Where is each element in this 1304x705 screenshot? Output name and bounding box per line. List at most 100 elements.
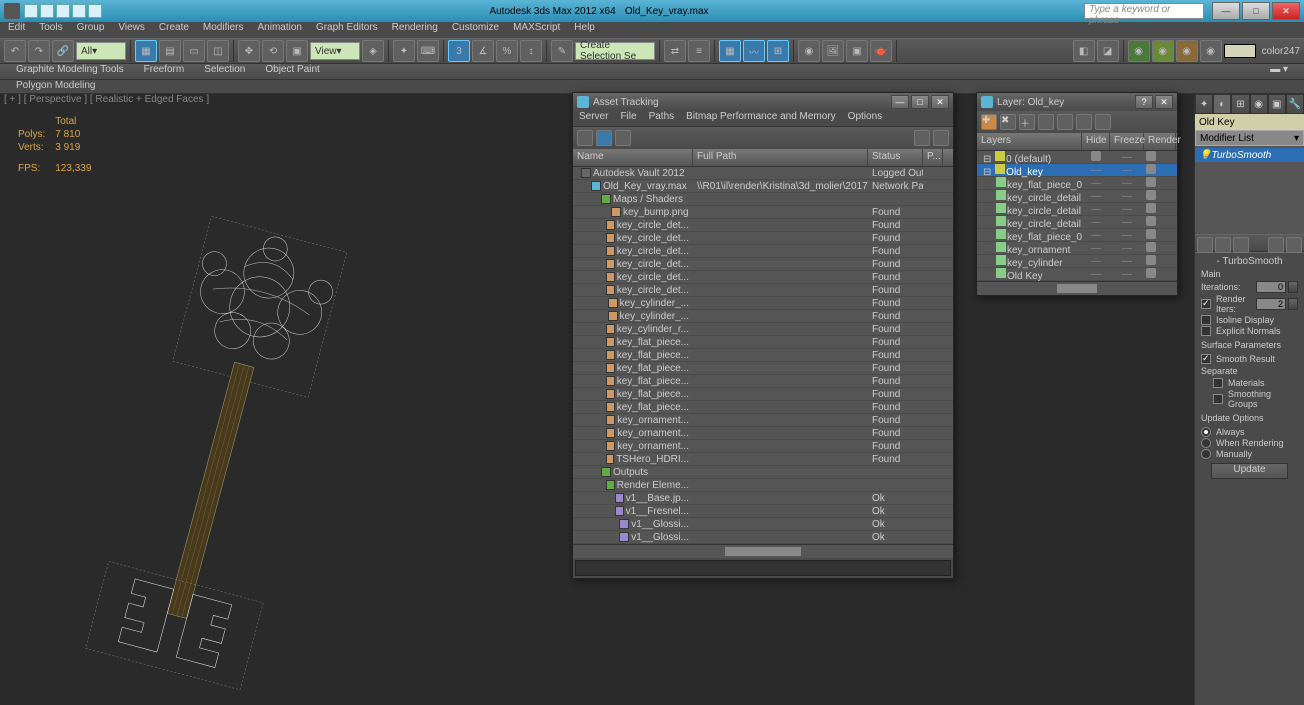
- asset-row[interactable]: key_circle_det...Found: [573, 245, 953, 258]
- vray-4-icon[interactable]: ◉: [1200, 40, 1222, 62]
- scale-icon[interactable]: ▣: [286, 40, 308, 62]
- align-icon[interactable]: ≡: [688, 40, 710, 62]
- qa-open-icon[interactable]: [40, 4, 54, 18]
- at-minimize-button[interactable]: —: [891, 95, 909, 109]
- layer-col-render[interactable]: Render: [1144, 133, 1176, 150]
- update-always-radio[interactable]: [1201, 427, 1211, 437]
- layer-render-toggle[interactable]: [1144, 268, 1174, 281]
- layer-row[interactable]: Old Key——: [977, 268, 1177, 281]
- manip-icon[interactable]: ✦: [393, 40, 415, 62]
- asset-row[interactable]: key_ornament...Found: [573, 440, 953, 453]
- menu-help[interactable]: Help: [574, 22, 595, 38]
- qa-new-icon[interactable]: [24, 4, 38, 18]
- color-swatch[interactable]: [1224, 44, 1256, 58]
- asset-row[interactable]: key_circle_det...Found: [573, 258, 953, 271]
- asset-row[interactable]: v1__Glossi...Ok: [573, 518, 953, 531]
- asset-row[interactable]: key_flat_piece...Found: [573, 349, 953, 362]
- at-menu-server[interactable]: Server: [579, 111, 608, 126]
- layer-render-toggle[interactable]: [1144, 255, 1174, 268]
- asset-row[interactable]: Maps / Shaders: [573, 193, 953, 206]
- menu-tools[interactable]: Tools: [39, 22, 62, 38]
- at-tree-icon[interactable]: [596, 130, 612, 146]
- asset-row[interactable]: Old_Key_vray.max\\R01\il\render\Kristina…: [573, 180, 953, 193]
- ref-coord-icon[interactable]: ◧: [1073, 40, 1095, 62]
- asset-row[interactable]: v1__Base.jp...Ok: [573, 492, 953, 505]
- show-endresult-icon[interactable]: [1215, 237, 1231, 253]
- rotate-icon[interactable]: ⟲: [262, 40, 284, 62]
- at-opt2-icon[interactable]: [933, 130, 949, 146]
- schematic-icon[interactable]: ⊞: [767, 40, 789, 62]
- isoline-check[interactable]: [1201, 315, 1211, 325]
- at-col-name[interactable]: Name: [573, 149, 693, 166]
- layer-col-hide[interactable]: Hide: [1082, 133, 1110, 150]
- at-refresh-icon[interactable]: [577, 130, 593, 146]
- at-menu-bitmap[interactable]: Bitmap Performance and Memory: [686, 111, 836, 126]
- remove-mod-icon[interactable]: [1268, 237, 1284, 253]
- menu-edit[interactable]: Edit: [8, 22, 25, 38]
- asset-row[interactable]: TSHero_HDRI...Found: [573, 453, 953, 466]
- render-iters-check[interactable]: [1201, 299, 1211, 309]
- move-icon[interactable]: ✥: [238, 40, 260, 62]
- vray-2-icon[interactable]: ◉: [1152, 40, 1174, 62]
- select-icon[interactable]: ▦: [135, 40, 157, 62]
- cp-tab-display-icon[interactable]: ▣: [1268, 94, 1286, 114]
- asset-row[interactable]: key_flat_piece...Found: [573, 375, 953, 388]
- layer-render-toggle[interactable]: [1144, 229, 1174, 242]
- menu-views[interactable]: Views: [118, 22, 145, 38]
- update-button[interactable]: Update: [1211, 463, 1288, 479]
- asset-row[interactable]: Render Eleme...: [573, 479, 953, 492]
- asset-row[interactable]: key_flat_piece...Found: [573, 362, 953, 375]
- undo-icon[interactable]: ↶: [4, 40, 26, 62]
- vray-3-icon[interactable]: ◉: [1176, 40, 1198, 62]
- maximize-button[interactable]: □: [1242, 2, 1270, 20]
- menu-group[interactable]: Group: [77, 22, 105, 38]
- asset-row[interactable]: key_flat_piece...Found: [573, 401, 953, 414]
- ribbon-tab-freeform[interactable]: Freeform: [144, 64, 185, 79]
- curve-editor-icon[interactable]: 〰: [743, 40, 765, 62]
- layer-add-icon[interactable]: ＋: [1019, 114, 1035, 130]
- vray-1-icon[interactable]: ◉: [1128, 40, 1150, 62]
- menu-customize[interactable]: Customize: [452, 22, 499, 38]
- cp-tab-utils-icon[interactable]: 🔧: [1286, 94, 1304, 114]
- window-crossing-icon[interactable]: ◫: [207, 40, 229, 62]
- at-opt1-icon[interactable]: [914, 130, 930, 146]
- asset-row[interactable]: key_cylinder_...Found: [573, 310, 953, 323]
- asset-row[interactable]: key_circle_det...Found: [573, 284, 953, 297]
- layer-hide-icon[interactable]: [1076, 114, 1092, 130]
- layer-new-icon[interactable]: ✚: [981, 114, 997, 130]
- ref-coord-combo[interactable]: View ▾: [310, 42, 360, 60]
- help-search-input[interactable]: Type a keyword or phrase: [1084, 3, 1204, 19]
- keymode-icon[interactable]: ⌨: [417, 40, 439, 62]
- at-menu-file[interactable]: File: [620, 111, 636, 126]
- percent-snap-icon[interactable]: %: [496, 40, 518, 62]
- asset-row[interactable]: v1__Glossi...Ok: [573, 531, 953, 544]
- update-render-radio[interactable]: [1201, 438, 1211, 448]
- layer-render-toggle[interactable]: [1144, 242, 1174, 255]
- object-name-field[interactable]: Old Key: [1195, 114, 1304, 130]
- iterations-spinner[interactable]: 0: [1256, 281, 1286, 293]
- cp-tab-modify-icon[interactable]: ◐: [1213, 94, 1231, 114]
- layer-list[interactable]: ⊟ 0 (default)—⊟ Old_key——key_flat_piece_…: [977, 151, 1177, 281]
- render-iters-spinner-arrows[interactable]: [1288, 298, 1298, 310]
- spinner-snap-icon[interactable]: ↕: [520, 40, 542, 62]
- ribbon-minimize-icon[interactable]: ▬ ▾: [1270, 64, 1288, 79]
- layer-render-toggle[interactable]: [1144, 151, 1174, 164]
- layer-col-layers[interactable]: Layers: [977, 133, 1082, 150]
- menu-rendering[interactable]: Rendering: [392, 22, 438, 38]
- asset-row[interactable]: key_cylinder_...Found: [573, 297, 953, 310]
- layer-freeze-icon[interactable]: [1095, 114, 1111, 130]
- link-icon[interactable]: 🔗: [52, 40, 74, 62]
- config-sets-icon[interactable]: [1286, 237, 1302, 253]
- asset-tracking-window[interactable]: Asset Tracking — □ ✕ Server File Paths B…: [572, 92, 954, 579]
- modifier-list-combo[interactable]: Modifier List▾: [1195, 130, 1304, 146]
- render-icon[interactable]: 🫖: [870, 40, 892, 62]
- layer-mgr-icon[interactable]: ▦: [719, 40, 741, 62]
- asset-row[interactable]: key_cylinder_r...Found: [573, 323, 953, 336]
- update-manual-radio[interactable]: [1201, 449, 1211, 459]
- named-selset-combo[interactable]: Create Selection Se: [575, 42, 655, 60]
- layer-render-toggle[interactable]: [1144, 190, 1174, 203]
- mirror-icon[interactable]: ⇄: [664, 40, 686, 62]
- layer-close-button[interactable]: ✕: [1155, 95, 1173, 109]
- cp-tab-hierarchy-icon[interactable]: ⊞: [1231, 94, 1249, 114]
- cp-tab-motion-icon[interactable]: ◉: [1250, 94, 1268, 114]
